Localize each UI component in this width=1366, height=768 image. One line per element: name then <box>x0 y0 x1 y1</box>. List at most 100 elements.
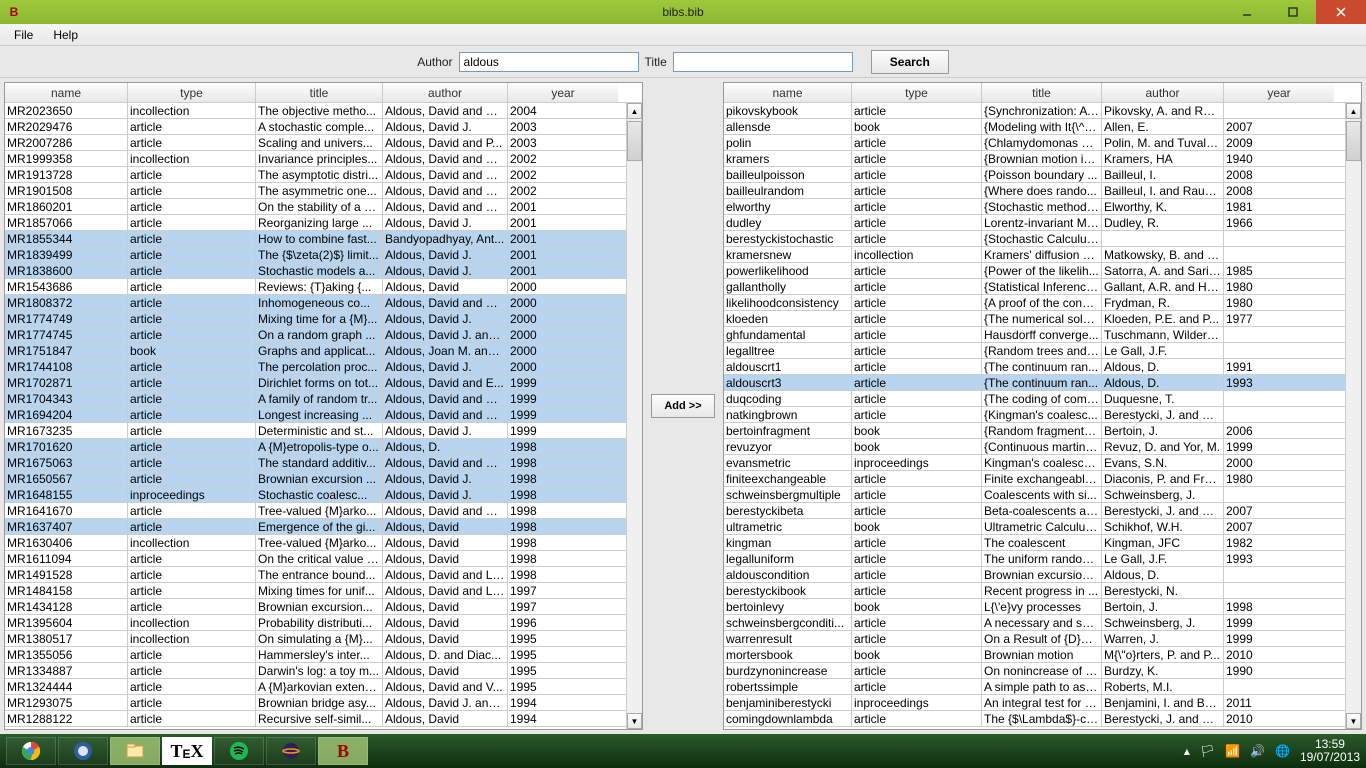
table-cell[interactable]: Elworthy, K. <box>1102 199 1224 214</box>
table-cell[interactable]: Schikhof, W.H. <box>1102 519 1224 534</box>
table-cell[interactable]: article <box>852 407 982 422</box>
table-cell[interactable]: article <box>852 295 982 310</box>
table-cell[interactable]: Ultrametric Calculus... <box>982 519 1102 534</box>
th-title[interactable]: title <box>256 83 383 102</box>
table-cell[interactable]: 1998 <box>508 551 618 566</box>
table-cell[interactable]: kramersnew <box>724 247 852 262</box>
table-cell[interactable]: Aldous, David J. and ... <box>383 327 508 342</box>
table-cell[interactable]: article <box>128 135 256 150</box>
table-cell[interactable]: article <box>128 503 256 518</box>
table-cell[interactable]: 1998 <box>508 455 618 470</box>
left-scrollbar[interactable]: ▲ ▼ <box>626 103 642 729</box>
table-cell[interactable]: article <box>128 439 256 454</box>
table-cell[interactable]: MR1701620 <box>5 439 128 454</box>
table-row[interactable]: aldousconditionarticleBrownian excursion… <box>724 567 1361 583</box>
table-cell[interactable]: Stochastic coalesc... <box>256 487 383 502</box>
table-cell[interactable]: article <box>128 647 256 662</box>
table-cell[interactable]: M{\"o}rters, P. and P... <box>1102 647 1224 662</box>
table-cell[interactable]: MR1637407 <box>5 519 128 534</box>
table-cell[interactable]: 1998 <box>508 567 618 582</box>
table-cell[interactable]: {A proof of the consi... <box>982 295 1102 310</box>
table-cell[interactable]: article <box>852 615 982 630</box>
table-cell[interactable]: Aldous, David and St... <box>383 103 508 118</box>
table-cell[interactable]: Berestycki, J. and Be... <box>1102 503 1224 518</box>
table-row[interactable]: MR1395604incollectionProbability distrib… <box>5 615 642 631</box>
table-cell[interactable]: MR1641670 <box>5 503 128 518</box>
table-cell[interactable]: inproceedings <box>128 487 256 502</box>
table-row[interactable]: elworthyarticle{Stochastic methods...Elw… <box>724 199 1361 215</box>
table-row[interactable]: kramersarticle{Brownian motion in ...Kra… <box>724 151 1361 167</box>
minimize-button[interactable] <box>1224 0 1270 24</box>
table-row[interactable]: ultrametricbookUltrametric Calculus...Sc… <box>724 519 1361 535</box>
tray-wifi-icon[interactable]: 📶 <box>1225 744 1240 758</box>
table-cell[interactable]: 1940 <box>1224 151 1334 166</box>
table-cell[interactable]: mortersbook <box>724 647 852 662</box>
table-cell[interactable]: 2000 <box>508 343 618 358</box>
table-row[interactable]: berestyckistochasticarticle{Stochastic C… <box>724 231 1361 247</box>
table-row[interactable]: MR1808372articleInhomogeneous co...Aldou… <box>5 295 642 311</box>
table-cell[interactable]: article <box>128 247 256 262</box>
table-row[interactable]: MR1637407articleEmergence of the gi...Al… <box>5 519 642 535</box>
right-scrollbar[interactable]: ▲ ▼ <box>1345 103 1361 729</box>
table-row[interactable]: MR1838600articleStochastic models a...Al… <box>5 263 642 279</box>
table-cell[interactable]: bertoinfragment <box>724 423 852 438</box>
table-row[interactable]: MR1641670articleTree-valued {M}arko...Al… <box>5 503 642 519</box>
table-cell[interactable]: Aldous, David <box>383 551 508 566</box>
table-cell[interactable]: article <box>128 583 256 598</box>
table-cell[interactable]: Aldous, David and Pi... <box>383 391 508 406</box>
table-row[interactable]: MR1675063articleThe standard additiv...A… <box>5 455 642 471</box>
table-cell[interactable]: article <box>128 279 256 294</box>
table-cell[interactable]: 1985 <box>1224 263 1334 278</box>
table-cell[interactable]: Brownian excursion... <box>256 599 383 614</box>
th-year[interactable]: year <box>508 83 618 102</box>
table-cell[interactable]: article <box>128 679 256 694</box>
taskbar-tex-icon[interactable]: TEX <box>162 737 212 765</box>
table-row[interactable]: MR1855344articleHow to combine fast...Ba… <box>5 231 642 247</box>
table-cell[interactable]: MR1808372 <box>5 295 128 310</box>
table-cell[interactable]: On simulating a {M}... <box>256 631 383 646</box>
table-cell[interactable]: Aldous, David and Pi... <box>383 183 508 198</box>
table-cell[interactable]: book <box>852 119 982 134</box>
author-input[interactable] <box>459 52 639 72</box>
table-cell[interactable]: article <box>852 567 982 582</box>
table-cell[interactable]: On a random graph ... <box>256 327 383 342</box>
table-cell[interactable]: Satorra, A. and Saris... <box>1102 263 1224 278</box>
table-cell[interactable]: Benjamini, I. and Ber... <box>1102 695 1224 710</box>
table-cell[interactable]: berestyckibeta <box>724 503 852 518</box>
table-cell[interactable]: MR1744108 <box>5 359 128 374</box>
table-cell[interactable]: elworthy <box>724 199 852 214</box>
table-cell[interactable]: pikovskybook <box>724 103 852 118</box>
table-cell[interactable]: Reorganizing large ... <box>256 215 383 230</box>
table-cell[interactable]: article <box>852 487 982 502</box>
table-cell[interactable]: Aldous, David <box>383 615 508 630</box>
table-cell[interactable]: Aldous, David J. and ... <box>383 695 508 710</box>
table-cell[interactable]: incollection <box>128 615 256 630</box>
tray-flag-icon[interactable]: 🏳 <box>1200 744 1215 758</box>
table-cell[interactable]: article <box>852 583 982 598</box>
table-cell[interactable]: article <box>852 631 982 646</box>
table-cell[interactable]: L{\'e}vy processes <box>982 599 1102 614</box>
table-cell[interactable]: book <box>852 519 982 534</box>
table-cell[interactable]: MR1650567 <box>5 471 128 486</box>
table-cell[interactable]: Deterministic and st... <box>256 423 383 438</box>
table-cell[interactable]: schweinsbergconditi... <box>724 615 852 630</box>
table-cell[interactable]: MR1855344 <box>5 231 128 246</box>
table-cell[interactable]: {The continuum ran... <box>982 375 1102 390</box>
table-row[interactable]: mortersbookbookBrownian motionM{\"o}rter… <box>724 647 1361 663</box>
table-cell[interactable]: 1998 <box>1224 599 1334 614</box>
scroll-down-icon[interactable]: ▼ <box>1346 713 1361 729</box>
table-cell[interactable]: How to combine fast... <box>256 231 383 246</box>
table-cell[interactable]: article <box>128 359 256 374</box>
table-row[interactable]: MR1702871articleDirichlet forms on tot..… <box>5 375 642 391</box>
table-row[interactable]: evansmetricinproceedingsKingman's coales… <box>724 455 1361 471</box>
table-cell[interactable]: 1990 <box>1224 663 1334 678</box>
table-cell[interactable]: article <box>128 231 256 246</box>
table-row[interactable]: MR1839499articleThe {$\zeta(2)$} limit..… <box>5 247 642 263</box>
table-cell[interactable]: 2000 <box>508 327 618 342</box>
table-cell[interactable]: comingdownlambda <box>724 711 852 726</box>
th-type[interactable]: type <box>128 83 256 102</box>
table-cell[interactable]: Aldous, D. <box>1102 359 1224 374</box>
table-cell[interactable]: 1994 <box>508 711 618 726</box>
table-cell[interactable]: Aldous, David <box>383 631 508 646</box>
table-cell[interactable]: MR1630406 <box>5 535 128 550</box>
